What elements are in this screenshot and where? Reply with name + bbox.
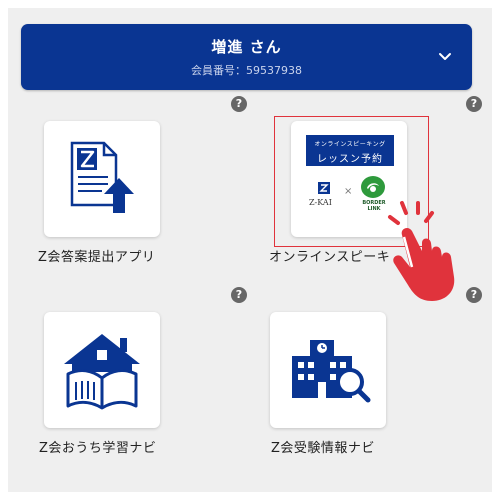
app-label[interactable]: Z会おうち学習ナビ [39,437,156,456]
document-upload-icon [70,141,134,213]
user-name: 増進 さん [211,38,282,56]
user-header[interactable]: 増進 さん 会員番号：59537938 [21,24,472,90]
house-book-icon [64,334,140,410]
help-icon[interactable]: ? [466,287,482,303]
chevron-down-icon[interactable] [436,48,454,66]
school-search-icon [292,340,371,403]
app-tile-exam-info[interactable] [270,312,386,428]
help-icon[interactable]: ? [231,96,247,112]
member-number: 会員番号：59537938 [191,64,302,77]
app-label[interactable]: オンラインスピーキ [269,246,390,265]
help-icon[interactable]: ? [231,287,247,303]
app-label[interactable]: Z会受験情報ナビ [271,437,375,456]
app-tile-answer-submit[interactable] [44,121,160,237]
help-icon[interactable]: ? [466,96,482,112]
app-label[interactable]: Z会答案提出アプリ [38,246,155,265]
app-tile-home-study[interactable] [44,312,160,428]
pointing-hand-icon [388,201,455,301]
